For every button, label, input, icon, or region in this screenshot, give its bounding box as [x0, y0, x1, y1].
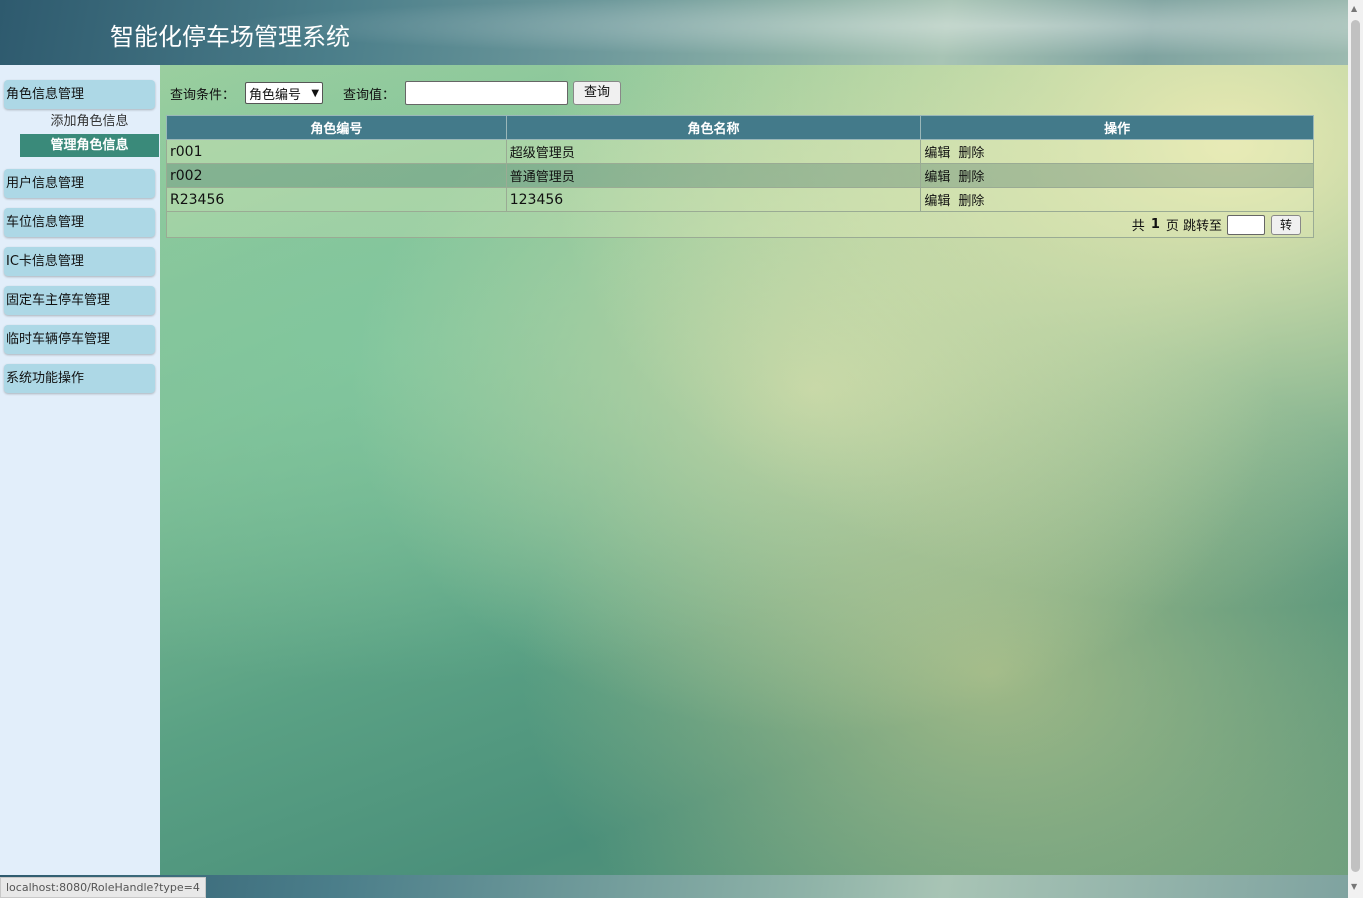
sub-add-role[interactable]: 添加角色信息 [20, 110, 159, 133]
cell-role-name: 普通管理员 [505, 163, 922, 188]
cell-actions: 编辑 删除 [920, 187, 1314, 212]
pager-suffix: 页 跳转至 [1165, 219, 1222, 234]
delete-link[interactable]: 删除 [958, 146, 984, 161]
edit-link[interactable]: 编辑 [924, 146, 950, 161]
search-bar: 查询条件： 角色编号 ▼ 查询值： 查询 [170, 80, 622, 106]
scroll-down-icon[interactable]: ▼ [1351, 882, 1357, 891]
pager-total: 1 [1150, 217, 1160, 232]
header-role-name: 角色名称 [505, 115, 922, 140]
main-content: 查询条件： 角色编号 ▼ 查询值： 查询 角色编号 角色名称 操作 r001 超… [160, 65, 1348, 875]
menu-space-management[interactable]: 车位信息管理 [4, 208, 155, 237]
scroll-up-icon[interactable]: ▲ [1351, 4, 1357, 13]
page-jump-input[interactable] [1227, 214, 1265, 235]
delete-link[interactable]: 删除 [958, 194, 984, 209]
menu-iccard-management[interactable]: IC卡信息管理 [4, 247, 155, 276]
role-table: 角色编号 角色名称 操作 r001 超级管理员 编辑 删除 r002 普通管理员 … [166, 115, 1314, 238]
pager-row: 共 1 页 跳转至 转 [166, 211, 1314, 238]
chevron-down-icon: ▼ [311, 87, 320, 99]
table-row: R23456 123456 编辑 删除 [166, 187, 1314, 212]
cell-role-name: 123456 [505, 187, 922, 212]
cell-role-id: r002 [166, 163, 507, 188]
scrollbar[interactable]: ▲ ▼ [1348, 0, 1363, 898]
cell-role-name: 超级管理员 [505, 139, 922, 164]
menu-temp-parking[interactable]: 临时车辆停车管理 [4, 325, 155, 354]
table-header-row: 角色编号 角色名称 操作 [166, 115, 1314, 140]
search-input[interactable] [405, 81, 569, 105]
header-banner: 智能化停车场管理系统 [0, 0, 1348, 65]
sidebar: 角色信息管理 添加角色信息 管理角色信息 用户信息管理 车位信息管理 IC卡信息… [0, 65, 160, 875]
menu-fixed-parking[interactable]: 固定车主停车管理 [4, 286, 155, 315]
condition-selected-value: 角色编号 [249, 87, 302, 103]
app-title: 智能化停车场管理系统 [110, 23, 350, 51]
header-actions: 操作 [920, 115, 1314, 140]
cell-actions: 编辑 删除 [920, 163, 1314, 188]
cell-role-id: r001 [166, 139, 507, 164]
delete-link[interactable]: 删除 [958, 170, 984, 185]
page-jump-button[interactable]: 转 [1271, 214, 1301, 235]
value-label: 查询值： [343, 87, 396, 103]
pager: 共 1 页 跳转至 转 [1131, 214, 1301, 235]
menu-system-ops[interactable]: 系统功能操作 [4, 364, 155, 393]
table-row: r001 超级管理员 编辑 删除 [166, 139, 1314, 164]
edit-link[interactable]: 编辑 [924, 170, 950, 185]
cell-actions: 编辑 删除 [920, 139, 1314, 164]
cell-role-id: R23456 [166, 187, 507, 212]
pager-cell: 共 1 页 跳转至 转 [166, 211, 1314, 238]
sub-manage-role[interactable]: 管理角色信息 [20, 134, 159, 157]
header-role-id: 角色编号 [166, 115, 507, 140]
menu-user-management[interactable]: 用户信息管理 [4, 169, 155, 198]
edit-link[interactable]: 编辑 [924, 194, 950, 209]
condition-select[interactable]: 角色编号 ▼ [245, 82, 324, 104]
menu-role-management[interactable]: 角色信息管理 [4, 80, 155, 109]
pager-prefix: 共 [1131, 219, 1145, 234]
table-row: r002 普通管理员 编辑 删除 [166, 163, 1314, 188]
query-button[interactable]: 查询 [573, 81, 622, 105]
scrollbar-thumb[interactable] [1351, 20, 1360, 872]
status-url: localhost:8080/RoleHandle?type=4 [0, 877, 206, 898]
condition-label: 查询条件： [170, 87, 236, 103]
